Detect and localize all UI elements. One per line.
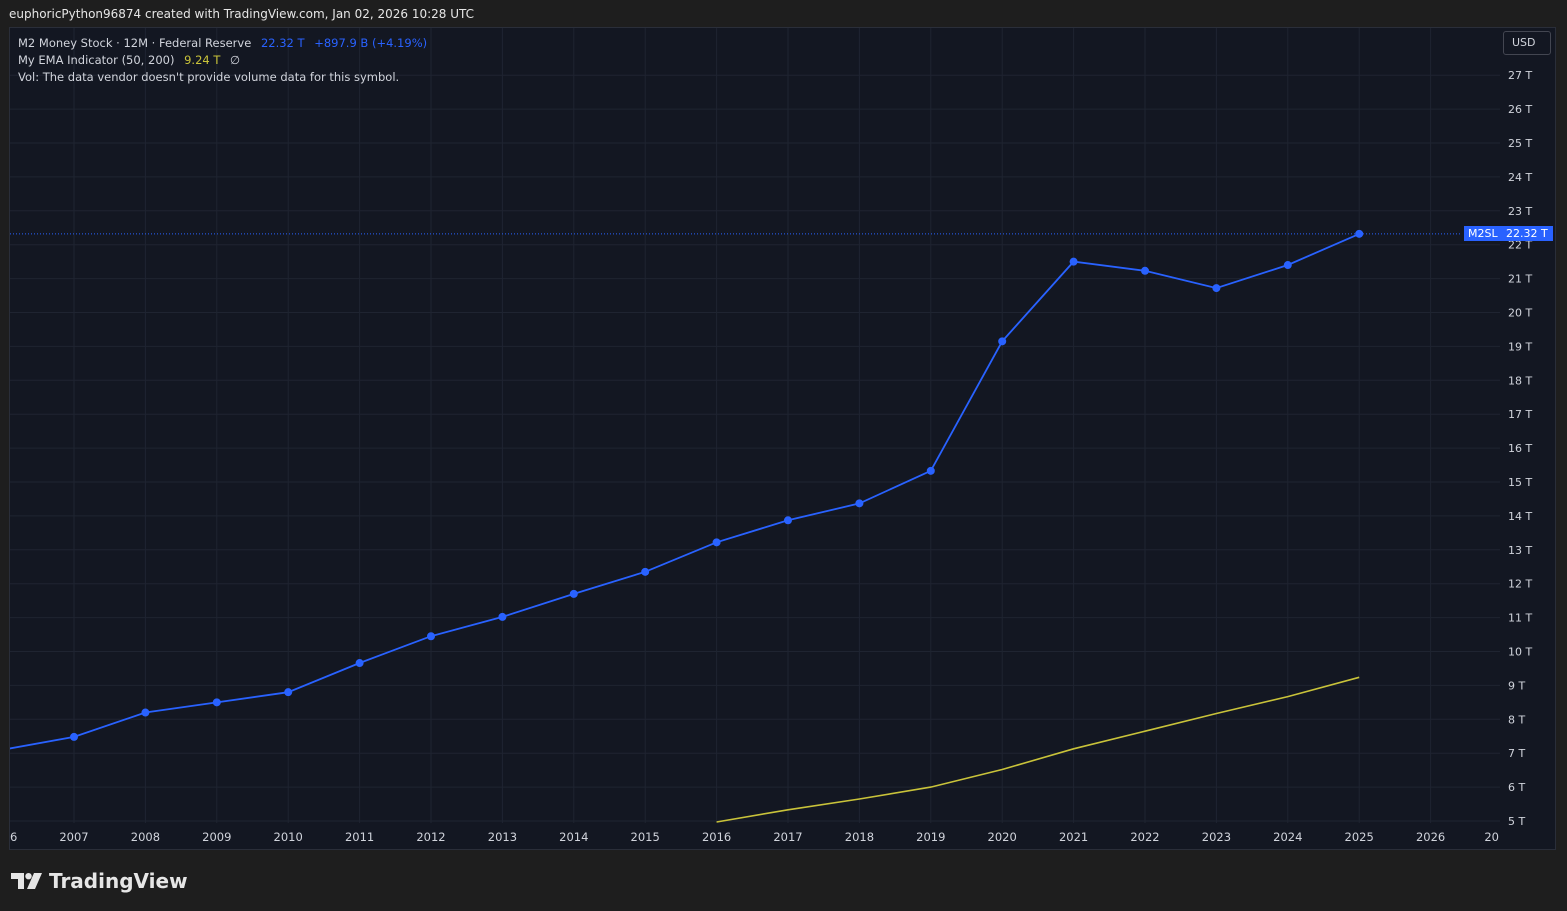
x-tick-label: 2021 [1059, 830, 1088, 844]
y-tick-label: 13 T [1508, 544, 1532, 557]
y-tick-label: 14 T [1508, 510, 1532, 523]
y-tick-label: 15 T [1508, 476, 1532, 489]
m2-data-point [712, 538, 721, 547]
x-tick-label: 2010 [274, 830, 303, 844]
m2-data-point [355, 659, 364, 668]
y-tick-label: 26 T [1508, 103, 1532, 116]
x-tick-label: 2012 [416, 830, 445, 844]
y-tick-label: 27 T [1508, 69, 1532, 82]
x-tick-label: 2020 [988, 830, 1017, 844]
x-tick-label: 20 [1484, 830, 1499, 844]
m2-data-point [70, 732, 78, 741]
ema-indicator-line [716, 676, 1360, 823]
x-tick-label: 2009 [202, 830, 231, 844]
price-tag-symbol: M2SL [1464, 226, 1502, 241]
legend-indicator-title: My EMA Indicator (50, 200) [18, 53, 175, 67]
m2-data-point [784, 516, 792, 525]
y-tick-label: 25 T [1508, 137, 1532, 150]
legend-series-change: +897.9 B (+4.19%) [314, 36, 428, 50]
plot-area [10, 229, 1462, 823]
m2-data-point [284, 688, 293, 697]
x-tick-label: 2013 [488, 830, 517, 844]
m2-data-point [1141, 266, 1149, 275]
y-tick-label: 23 T [1508, 205, 1532, 218]
y-tick-label: 12 T [1508, 578, 1532, 591]
price-tag-value: 22.32 T [1502, 226, 1553, 241]
y-tick-label: 8 T [1508, 713, 1525, 726]
x-tick-label: 2011 [345, 830, 374, 844]
x-tick-label: 2024 [1273, 830, 1302, 844]
m2-data-point [998, 337, 1007, 346]
tradingview-logo[interactable]: TradingView [11, 869, 188, 893]
y-tick-label: 6 T [1508, 781, 1525, 794]
m2-data-point [1355, 229, 1364, 238]
tradingview-logo-icon [11, 873, 42, 889]
x-axis: 6 2007 2008 2009 2010 2011 2012 2013 2014 2015 201… [10, 830, 1499, 844]
m2-data-point [427, 632, 435, 641]
x-tick-label: 2014 [559, 830, 588, 844]
m2-data-point [498, 612, 507, 621]
x-tick-label: 2016 [702, 830, 731, 844]
y-tick-label: 5 T [1508, 815, 1525, 828]
x-tick-label: 2018 [845, 830, 874, 844]
x-tick-label: 2023 [1202, 830, 1231, 844]
grid-lines [10, 28, 1500, 823]
legend-series-row[interactable]: M2 Money Stock · 12M · Federal Reserve 2… [18, 35, 427, 52]
legend-volume-row: Vol: The data vendor doesn't provide vol… [18, 69, 427, 86]
x-tick-label: 2025 [1345, 830, 1374, 844]
y-tick-label: 21 T [1508, 273, 1532, 286]
m2-series-line [10, 233, 1360, 750]
y-tick-label: 17 T [1508, 408, 1532, 421]
y-tick-label: 11 T [1508, 612, 1532, 625]
legend-indicator-row[interactable]: My EMA Indicator (50, 200) 9.24 T ∅ [18, 52, 427, 69]
m2-data-point [569, 589, 578, 598]
m2-data-point [926, 466, 935, 475]
m2-data-point [855, 499, 864, 508]
m2-data-point [1069, 257, 1078, 266]
y-tick-label: 24 T [1508, 171, 1532, 184]
legend-volume-note: Vol: The data vendor doesn't provide vol… [18, 70, 400, 84]
currency-button[interactable]: USD [1503, 31, 1551, 55]
x-tick-label: 2015 [631, 830, 660, 844]
legend-indicator-empty-icon: ∅ [230, 53, 241, 67]
chart-legend: M2 Money Stock · 12M · Federal Reserve 2… [18, 35, 427, 86]
y-tick-label: 20 T [1508, 307, 1532, 320]
y-tick-label: 19 T [1508, 340, 1532, 353]
y-axis: 5 T 6 T 7 T 8 T 9 T 10 T 11 T 12 T 13 T 14 T 15 T 1… [1508, 69, 1532, 828]
y-tick-label: 16 T [1508, 442, 1532, 455]
legend-series-title: M2 Money Stock · 12M · Federal Reserve [18, 36, 252, 50]
chart-canvas[interactable]: 5 T 6 T 7 T 8 T 9 T 10 T 11 T 12 T 13 T 14 T 15 T 1… [0, 0, 1567, 911]
m2-data-point [641, 567, 650, 576]
y-tick-label: 18 T [1508, 374, 1532, 387]
y-tick-label: 10 T [1508, 646, 1532, 659]
m2-data-point [141, 708, 150, 717]
legend-series-value: 22.32 T [260, 36, 305, 50]
legend-indicator-value: 9.24 T [184, 53, 221, 67]
y-tick-label: 7 T [1508, 747, 1525, 760]
x-tick-label: 2022 [1130, 830, 1159, 844]
x-tick-label: 2026 [1416, 830, 1445, 844]
x-tick-label: 2008 [131, 830, 160, 844]
plot-clip-group [10, 229, 1462, 823]
x-tick-label: 2007 [59, 830, 88, 844]
m2-data-point [212, 698, 221, 707]
x-tick-label: 2017 [773, 830, 802, 844]
y-tick-label: 9 T [1508, 679, 1525, 692]
x-tick-label: 6 [10, 830, 17, 844]
x-tick-label: 2019 [916, 830, 945, 844]
m2-data-point [1283, 261, 1292, 270]
tradingview-logo-text: TradingView [49, 869, 188, 893]
m2-data-point [1212, 284, 1221, 293]
